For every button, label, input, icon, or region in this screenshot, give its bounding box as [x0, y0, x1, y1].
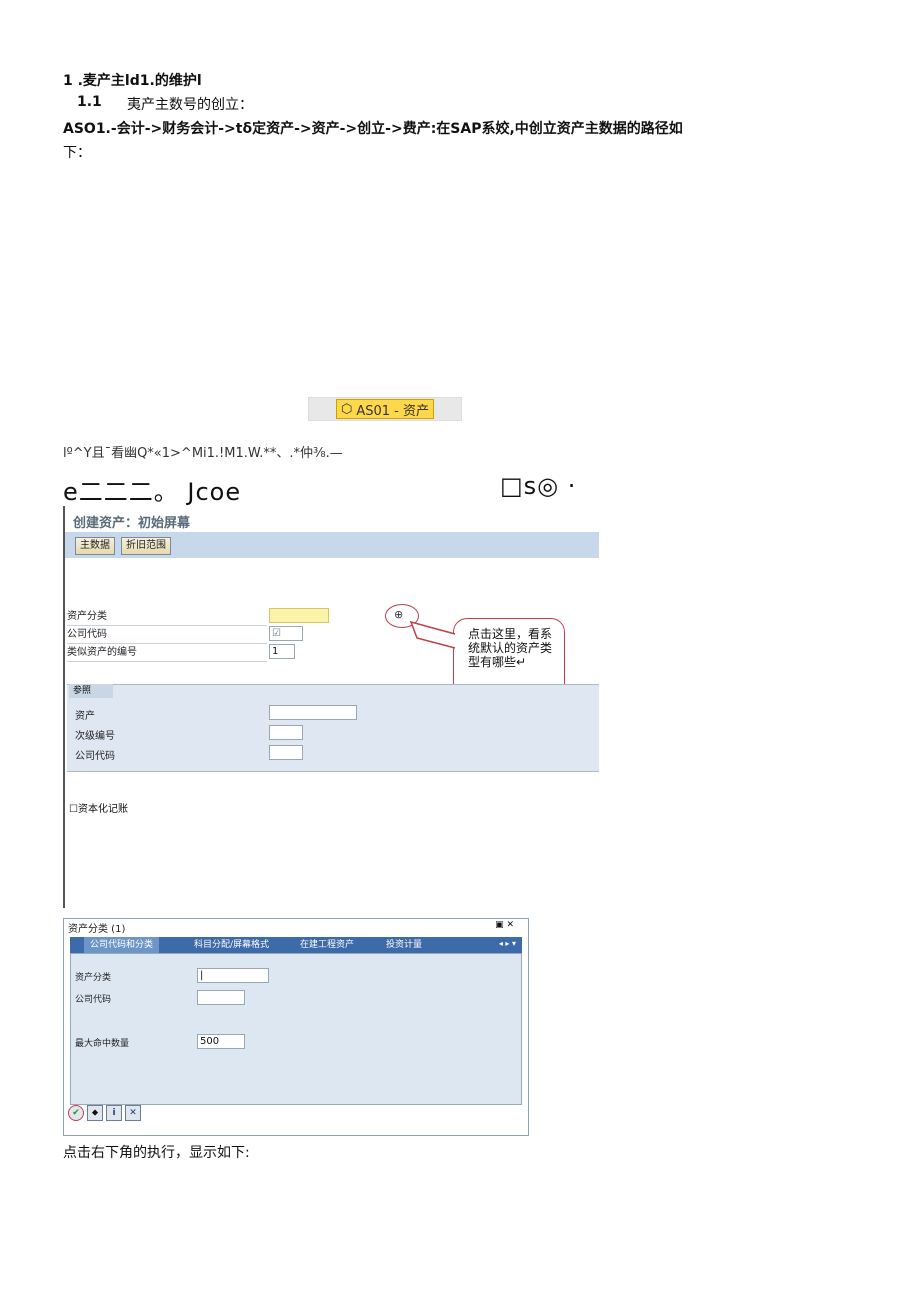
dialog-title: 资产分类 (1) — [68, 924, 126, 935]
subsection-title: 夷产主数号的创立： — [127, 97, 253, 113]
tab-investment[interactable]: 投资计量 — [380, 937, 428, 953]
dlg-class-input[interactable]: | — [197, 968, 269, 983]
reference-tab: 参照 — [69, 684, 113, 698]
asset-class-label: 资产分类 — [67, 608, 267, 626]
cancel-icon[interactable]: ✕ — [125, 1105, 141, 1121]
tab-company-class[interactable]: 公司代码和分类 — [84, 937, 160, 953]
ref-subnumber-label: 次级编号 — [75, 731, 115, 742]
subsection-number: 1.1 — [77, 94, 102, 110]
tab-strip: 公司代码和分类 科目分配/屏幕格式 在建工程资产 投资计量 ◂ ▸ ▾ — [70, 937, 522, 953]
tcode-label: AS01 - 资产 — [356, 403, 429, 419]
dlg-company-input[interactable] — [197, 990, 245, 1005]
dlg-max-hits-input[interactable]: 500 — [197, 1034, 245, 1049]
toolbar-garbled-left: e二二二。 Jcoe — [63, 478, 242, 506]
dialog-panel: 资产分类 | 公司代码 最大命中数量 500 — [70, 953, 522, 1105]
ref-asset-label: 资产 — [75, 711, 95, 722]
dlg-max-hits-label: 最大命中数量 — [75, 1039, 130, 1049]
capitalization-label: 资本化记账 — [77, 804, 128, 815]
dialog-footer: ✔ ⬥ i ✕ — [68, 1105, 141, 1125]
multi-select-icon[interactable]: ⬥ — [87, 1105, 103, 1121]
ref-company-input[interactable] — [269, 745, 303, 760]
path-line: ASO1.-会计->财务会计->tδ定资产->资产->创立->费产:在SAP系姣… — [63, 121, 683, 137]
section-heading: 1 .麦产主ld1.的维护l — [63, 73, 202, 89]
checkbox[interactable]: ☐ — [69, 804, 78, 815]
reference-panel: 资产 次级编号 公司代码 — [67, 684, 599, 772]
similar-asset-input[interactable]: 1 — [269, 644, 295, 659]
tab-auc[interactable]: 在建工程资产 — [294, 937, 360, 953]
master-data-button[interactable]: 主数据 — [75, 537, 115, 555]
window-controls-icon[interactable]: ▣ ✕ — [495, 920, 514, 930]
footer-text: 点击右下角的执行，显示如下: — [63, 1145, 250, 1161]
asset-class-input[interactable] — [269, 608, 329, 623]
info-icon[interactable]: i — [106, 1105, 122, 1121]
dlg-class-label: 资产分类 — [75, 973, 112, 983]
cube-icon: ⬡ — [340, 401, 353, 417]
similar-asset-label: 类似资产的编号 — [67, 644, 267, 662]
tab-account-assignment[interactable]: 科目分配/屏幕格式 — [188, 937, 275, 953]
tcode-chip[interactable]: ⬡ AS01 - 资产 — [308, 397, 462, 421]
application-toolbar: 主数据 折旧范围 — [65, 532, 599, 558]
ref-subnumber-input[interactable] — [269, 725, 303, 740]
asset-class-dialog: 资产分类 (1) ▣ ✕ 公司代码和分类 科目分配/屏幕格式 在建工程资产 投资… — [63, 918, 529, 1136]
create-asset-screen: 创建资产：初始屏幕 主数据 折旧范围 资产分类 ⊕ 公司代码 ☑ 类似资产的编号… — [63, 506, 599, 908]
path-line-cont: 下： — [63, 145, 91, 161]
execute-check-icon[interactable]: ✔ — [68, 1105, 84, 1121]
tab-scroll-icons[interactable]: ◂ ▸ ▾ — [499, 939, 516, 948]
menu-path-garbled: lº^Y且¯看幽Q*«1>^Mi1.!M1.W.**、.*仲⅜.— — [63, 446, 343, 461]
search-help-icon[interactable]: ⊕ — [394, 608, 403, 621]
dlg-company-label: 公司代码 — [75, 995, 112, 1005]
ref-company-label: 公司代码 — [75, 751, 115, 762]
capitalization-checkbox-row[interactable]: ☐资本化记账 — [69, 800, 128, 815]
callout-pointer — [409, 620, 456, 649]
toolbar-garbled-right: □s◎ · — [500, 472, 577, 500]
company-code-input[interactable]: ☑ — [269, 626, 303, 641]
depreciation-areas-button[interactable]: 折旧范围 — [121, 537, 171, 555]
screen-title: 创建资产：初始屏幕 — [73, 516, 191, 531]
ref-asset-input[interactable] — [269, 705, 357, 720]
company-code-label: 公司代码 — [67, 626, 267, 644]
